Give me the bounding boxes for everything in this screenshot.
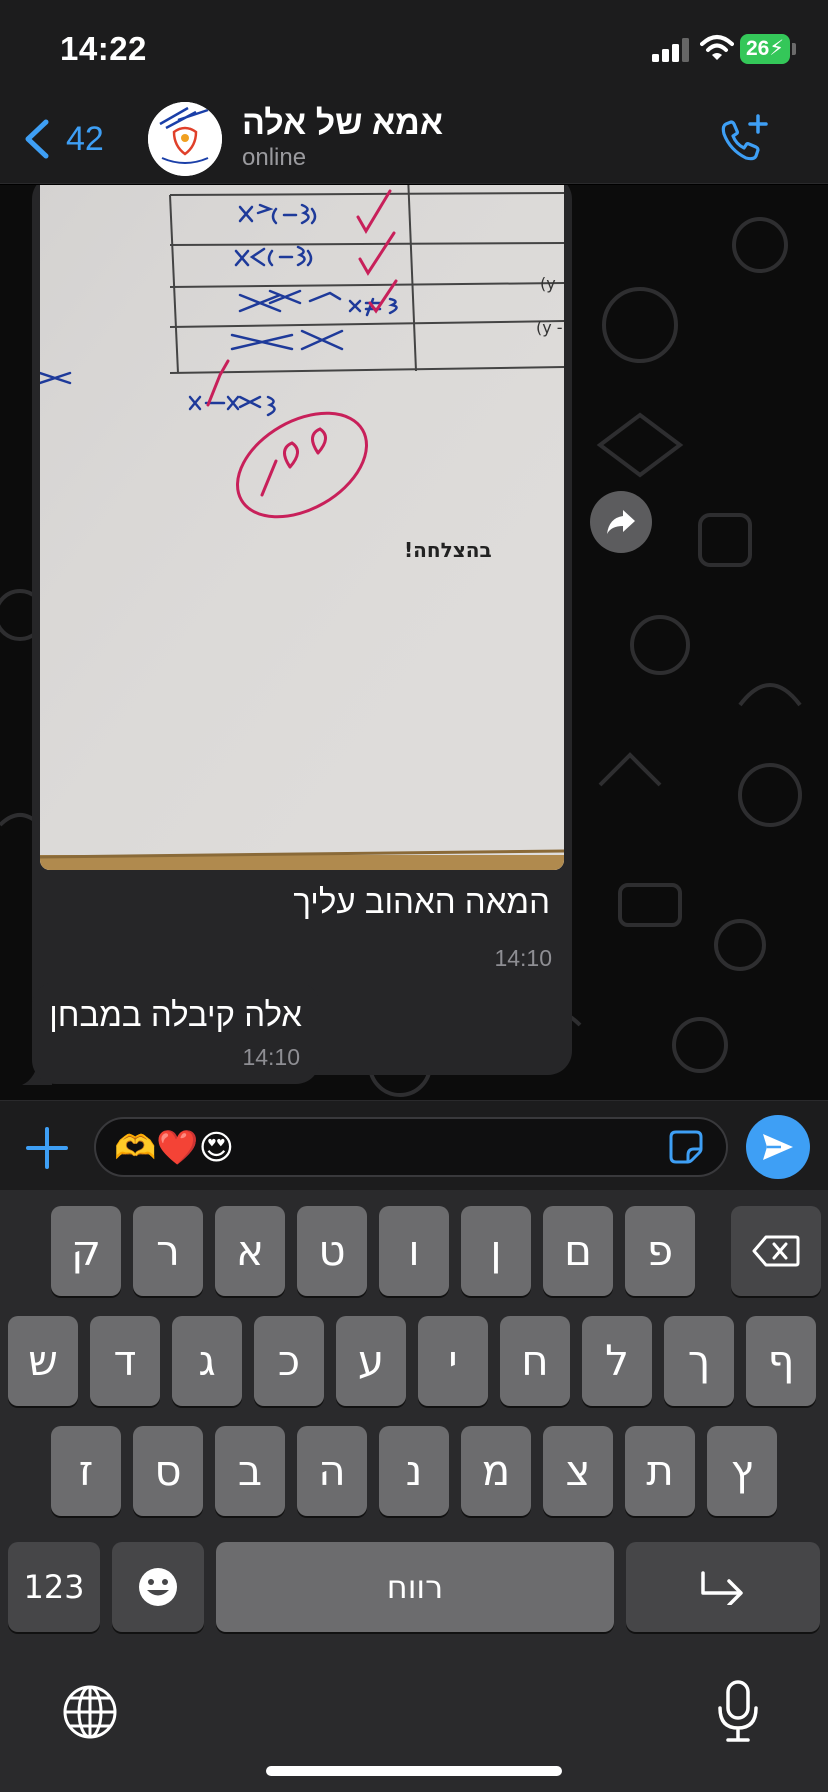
key-row3-6[interactable]: מ bbox=[461, 1426, 531, 1516]
svg-text:(y: (y bbox=[540, 274, 556, 293]
battery-cap bbox=[792, 43, 796, 55]
key-row3-2[interactable]: ס bbox=[133, 1426, 203, 1516]
key-row2-1[interactable]: ש bbox=[8, 1316, 78, 1406]
text-message[interactable]: אלה קיבלה במבחן 14:10 bbox=[32, 982, 320, 1084]
message-text: אלה קיבלה במבחן bbox=[49, 996, 302, 1033]
back-button[interactable]: 42 bbox=[22, 118, 104, 160]
key-row1-8[interactable]: פ bbox=[625, 1206, 695, 1296]
key-row1-4[interactable]: ט bbox=[297, 1206, 367, 1296]
key-row1-6[interactable]: ן bbox=[461, 1206, 531, 1296]
key-row3-4[interactable]: ה bbox=[297, 1426, 367, 1516]
chat-title[interactable]: אמא של אלה bbox=[242, 104, 443, 143]
sticker-icon[interactable] bbox=[668, 1129, 704, 1165]
message-input-value: 🫶❤️😍 bbox=[114, 1128, 235, 1168]
key-row2-9[interactable]: ך bbox=[664, 1316, 734, 1406]
backspace-icon bbox=[752, 1235, 800, 1267]
key-row2-5[interactable]: ע bbox=[336, 1316, 406, 1406]
input-bar: 🫶❤️😍 bbox=[0, 1100, 828, 1190]
battery-indicator: 26⚡ bbox=[740, 34, 790, 64]
avatar-logo bbox=[148, 102, 222, 176]
wifi-icon bbox=[700, 35, 734, 60]
back-chevron-icon bbox=[25, 119, 49, 159]
forward-button[interactable] bbox=[590, 491, 652, 553]
key-row3-1[interactable]: ז bbox=[51, 1426, 121, 1516]
chat-area[interactable]: (y (y - בהצלחה! המאה האהוב עליך 14:10 אל… bbox=[0, 185, 828, 1100]
key-row3-8[interactable]: ת bbox=[625, 1426, 695, 1516]
return-key[interactable] bbox=[626, 1542, 820, 1632]
forward-icon bbox=[607, 510, 635, 534]
mic-icon[interactable] bbox=[716, 1680, 760, 1742]
key-row2-7[interactable]: ח bbox=[500, 1316, 570, 1406]
image-caption: המאה האהוב עליך bbox=[293, 883, 550, 920]
key-row3-9[interactable]: ץ bbox=[707, 1426, 777, 1516]
chat-status: online bbox=[242, 144, 307, 171]
key-row2-10[interactable]: ף bbox=[746, 1316, 816, 1406]
send-button[interactable] bbox=[746, 1115, 810, 1179]
exam-photo[interactable]: (y (y - בהצלחה! bbox=[40, 185, 564, 870]
image-message[interactable]: (y (y - בהצלחה! המאה האהוב עליך 14:10 bbox=[32, 185, 572, 1075]
status-time: 14:22 bbox=[60, 30, 147, 67]
space-key[interactable]: רווח bbox=[216, 1542, 614, 1632]
key-row1-7[interactable]: ם bbox=[543, 1206, 613, 1296]
send-icon bbox=[763, 1134, 793, 1160]
home-indicator bbox=[266, 1766, 562, 1776]
key-row2-6[interactable]: י bbox=[418, 1316, 488, 1406]
message-input[interactable]: 🫶❤️😍 bbox=[94, 1117, 728, 1177]
key-row2-8[interactable]: ל bbox=[582, 1316, 652, 1406]
key-row1-5[interactable]: ו bbox=[379, 1206, 449, 1296]
emoji-icon bbox=[139, 1568, 177, 1606]
top-bar: 14:22 26⚡ 42 אמא של אלה online bbox=[0, 0, 828, 184]
key-row3-3[interactable]: ב bbox=[215, 1426, 285, 1516]
return-icon bbox=[701, 1571, 743, 1607]
avatar[interactable] bbox=[148, 102, 222, 176]
battery-level: 26 bbox=[745, 37, 770, 60]
globe-icon[interactable] bbox=[62, 1684, 118, 1740]
key-row1-3[interactable]: א bbox=[215, 1206, 285, 1296]
add-call-icon[interactable] bbox=[716, 112, 770, 166]
key-row3-5[interactable]: נ bbox=[379, 1426, 449, 1516]
numbers-key[interactable]: 123 bbox=[8, 1542, 100, 1632]
photo-printed-text: בהצלחה! bbox=[404, 538, 492, 562]
message-time: 14:10 bbox=[494, 945, 552, 971]
key-row3-7[interactable]: צ bbox=[543, 1426, 613, 1516]
plus-icon[interactable] bbox=[22, 1123, 72, 1173]
unread-count: 42 bbox=[66, 119, 104, 158]
keyboard: קראטוןםפ שדגכעיחלךף זסבהנמצתץ 123 רווח bbox=[0, 1190, 828, 1792]
svg-text:(y -: (y - bbox=[536, 318, 563, 337]
key-row1-2[interactable]: ר bbox=[133, 1206, 203, 1296]
key-row2-3[interactable]: ג bbox=[172, 1316, 242, 1406]
key-row2-4[interactable]: כ bbox=[254, 1316, 324, 1406]
key-row2-2[interactable]: ד bbox=[90, 1316, 160, 1406]
emoji-key[interactable] bbox=[112, 1542, 204, 1632]
signal-icon bbox=[652, 38, 689, 62]
backspace-key[interactable] bbox=[731, 1206, 821, 1296]
key-row1-1[interactable]: ק bbox=[51, 1206, 121, 1296]
message-time: 14:10 bbox=[242, 1044, 300, 1070]
exam-drawing: (y (y - בהצלחה! bbox=[40, 185, 564, 870]
